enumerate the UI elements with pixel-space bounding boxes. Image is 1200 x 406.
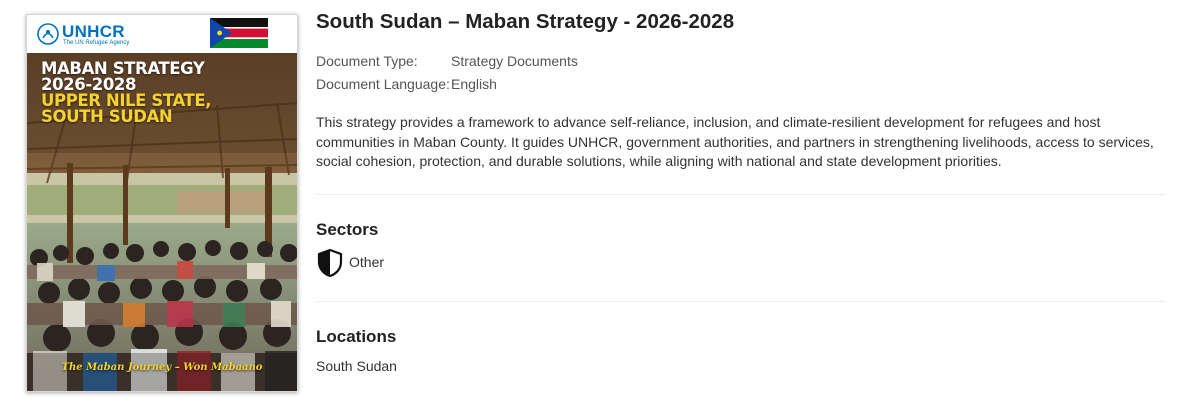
document-description: This strategy provides a framework to ad… (316, 114, 1154, 169)
shield-icon (317, 248, 343, 278)
document-type-value: Strategy Documents (451, 53, 578, 69)
south-sudan-flag-icon (210, 18, 268, 48)
location-item[interactable]: South Sudan (316, 358, 397, 374)
cover-tagline: The Maban Journey – Won Mabaano (61, 362, 263, 373)
document-type-label: Document Type: (316, 53, 418, 69)
document-cover-thumbnail[interactable]: UNHCR The UN Refugee Agency MABAN STRATE… (26, 14, 298, 392)
locations-heading: Locations (316, 327, 397, 346)
divider (316, 301, 1166, 302)
cover-title-line: SOUTH SUDAN (41, 107, 173, 126)
org-tagline: The UN Refugee Agency (63, 40, 130, 46)
page-title: South Sudan – Maban Strategy - 2026-2028 (316, 10, 735, 33)
cover-title: MABAN STRATEGY 2026-2028 UPPER NILE STAT… (41, 60, 291, 126)
document-language-value: English (451, 76, 497, 92)
unhcr-emblem-icon (37, 23, 59, 45)
divider (316, 194, 1166, 195)
document-language-label: Document Language: (316, 76, 450, 92)
cover-header: UNHCR The UN Refugee Agency (27, 15, 297, 53)
org-name: UNHCR (62, 22, 125, 41)
unhcr-logo: UNHCR The UN Refugee Agency (37, 22, 147, 50)
sectors-heading: Sectors (316, 220, 379, 239)
sector-label: Other (349, 254, 385, 270)
